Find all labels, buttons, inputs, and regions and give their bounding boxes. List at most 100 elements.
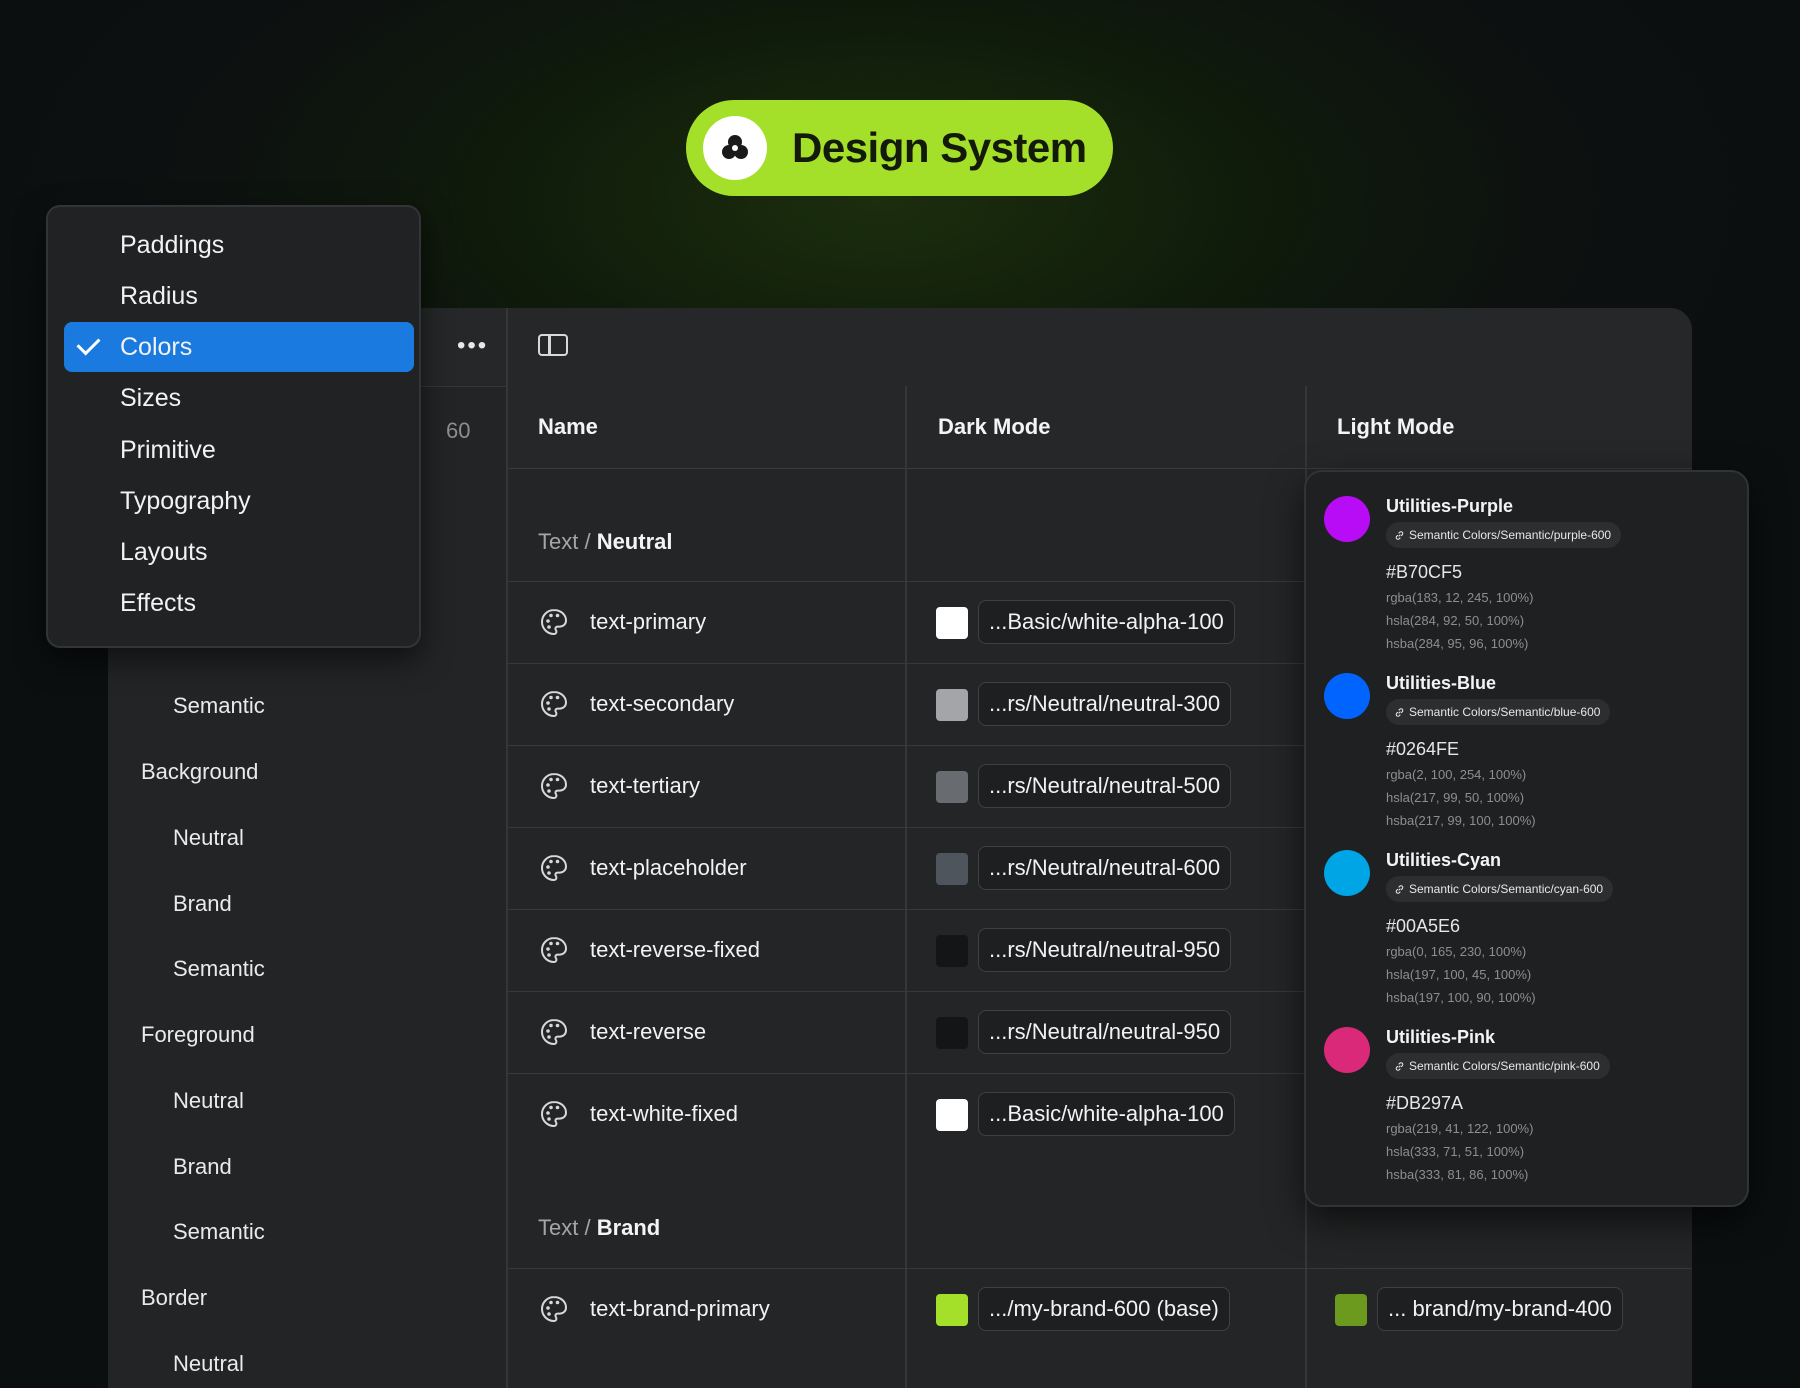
menu-item-label: Layouts — [120, 537, 208, 566]
column-light-mode-header[interactable]: Light Mode — [1337, 386, 1454, 468]
table-header: Name Dark Mode Light Mode — [506, 386, 1692, 469]
menu-item-label: Sizes — [120, 383, 182, 412]
collection-menu: Paddings Radius Colors Sizes Primitive T… — [46, 205, 421, 648]
sidebar-panel-icon[interactable] — [538, 334, 568, 356]
alias-tag[interactable]: Semantic Colors/Semantic/blue-600 — [1386, 699, 1611, 725]
alias-chip[interactable]: ... brand/my-brand-400 — [1377, 1287, 1623, 1331]
alias-chip[interactable]: ...rs/Neutral/neutral-500 — [978, 764, 1232, 808]
hsla-value: hsla(197, 100, 45, 100%) — [1386, 967, 1532, 982]
alias-chip[interactable]: ...Basic/white-alpha-100 — [978, 1092, 1235, 1136]
tree-item[interactable]: Foreground — [141, 1022, 255, 1048]
color-swatch[interactable] — [936, 689, 968, 721]
alias-chip[interactable]: ...Basic/white-alpha-100 — [978, 600, 1235, 644]
more-horizontal-icon[interactable]: ••• — [457, 332, 488, 360]
variable-name: text-reverse — [538, 992, 706, 1072]
variable-name: text-secondary — [538, 664, 734, 744]
variable-name-label: text-brand-primary — [590, 1296, 770, 1321]
color-swatch[interactable] — [1335, 1294, 1367, 1326]
alias-chip[interactable]: ...rs/Neutral/neutral-950 — [978, 1010, 1232, 1054]
menu-item-primitive[interactable]: Primitive — [64, 425, 414, 475]
tree-item[interactable]: Neutral — [173, 1351, 244, 1377]
hsba-value: hsba(217, 99, 100, 100%) — [1386, 813, 1536, 828]
menu-item-colors[interactable]: Colors — [64, 322, 414, 372]
tree-item[interactable]: Neutral — [173, 825, 244, 851]
alias-tag[interactable]: Semantic Colors/Semantic/cyan-600 — [1386, 876, 1614, 902]
color-swatch[interactable] — [936, 1099, 968, 1131]
group-name: Neutral — [596, 529, 673, 554]
badge-title: Design System — [792, 124, 1087, 171]
table-row[interactable]: text-brand-primary .../my-brand-600 (bas… — [506, 1268, 1692, 1349]
alias-tag[interactable]: Semantic Colors/Semantic/purple-600 — [1386, 522, 1622, 548]
menu-item-label: Typography — [120, 486, 251, 515]
link-icon — [1395, 530, 1404, 540]
rgba-value: rgba(219, 41, 122, 100%) — [1386, 1121, 1534, 1136]
alias-tag-label: Semantic Colors/Semantic/pink-600 — [1409, 1059, 1600, 1073]
alias-chip[interactable]: ...rs/Neutral/neutral-300 — [978, 682, 1232, 726]
hex-value: #00A5E6 — [1386, 916, 1461, 936]
variable-name-label: text-tertiary — [590, 773, 701, 798]
menu-item-label: Paddings — [120, 230, 225, 259]
tree-item[interactable]: Border — [141, 1285, 207, 1311]
color-dot — [1324, 1027, 1370, 1073]
variable-name: text-tertiary — [538, 746, 700, 826]
alias-chip[interactable]: ...rs/Neutral/neutral-950 — [978, 928, 1232, 972]
hex-value: #B70CF5 — [1386, 562, 1463, 582]
palette-icon — [541, 690, 568, 718]
menu-item-layouts[interactable]: Layouts — [64, 527, 414, 577]
tree-item[interactable]: Semantic — [173, 1219, 265, 1245]
palette-icon — [541, 1100, 568, 1128]
alias-tag-label: Semantic Colors/Semantic/purple-600 — [1409, 528, 1612, 542]
tree-item[interactable]: Semantic — [173, 956, 265, 982]
alias-chip[interactable]: ...rs/Neutral/neutral-600 — [978, 846, 1232, 890]
color-swatch[interactable] — [936, 1017, 968, 1049]
variable-name: text-brand-primary — [538, 1269, 770, 1349]
hex-value: #0264FE — [1386, 739, 1460, 759]
variable-name: text-reverse-fixed — [538, 910, 760, 990]
hsla-value: hsla(217, 99, 50, 100%) — [1386, 790, 1525, 805]
alias-tag[interactable]: Semantic Colors/Semantic/pink-600 — [1386, 1053, 1610, 1079]
menu-item-paddings[interactable]: Paddings — [64, 220, 414, 270]
tree-item[interactable]: Semantic — [173, 693, 265, 719]
menu-item-radius[interactable]: Radius — [64, 271, 414, 321]
alias-chip[interactable]: .../my-brand-600 (base) — [978, 1287, 1230, 1331]
tree-item[interactable]: Neutral — [173, 1088, 244, 1114]
variable-name-label: text-secondary — [590, 691, 735, 716]
link-icon — [1395, 884, 1404, 894]
column-name-header[interactable]: Name — [538, 386, 598, 468]
palette-icon — [541, 608, 568, 636]
design-system-badge: Design System — [686, 100, 1113, 196]
rgba-value: rgba(0, 165, 230, 100%) — [1386, 944, 1527, 959]
variable-name-label: text-primary — [590, 609, 707, 634]
menu-item-label: Colors — [120, 332, 193, 361]
color-swatch[interactable] — [936, 771, 968, 803]
tree-item[interactable]: Brand — [173, 891, 232, 917]
variable-count: 60 — [446, 418, 471, 443]
variable-name: text-placeholder — [538, 828, 747, 908]
utility-name: Utilities-Pink — [1386, 1027, 1496, 1047]
palette-icon — [541, 1295, 568, 1323]
menu-item-label: Primitive — [120, 435, 216, 464]
color-swatch[interactable] — [936, 853, 968, 885]
menu-item-typography[interactable]: Typography — [64, 476, 414, 526]
link-icon — [1395, 1061, 1404, 1071]
column-dark-mode-header[interactable]: Dark Mode — [938, 386, 1050, 468]
palette-icon — [541, 936, 568, 964]
color-swatch[interactable] — [936, 935, 968, 967]
menu-item-label: Radius — [120, 281, 198, 310]
variable-name: text-white-fixed — [538, 1074, 738, 1154]
variable-name-label: text-reverse-fixed — [590, 937, 760, 962]
menu-item-effects[interactable]: Effects — [64, 578, 414, 628]
alias-tag-label: Semantic Colors/Semantic/cyan-600 — [1409, 882, 1604, 896]
hsba-value: hsba(333, 81, 86, 100%) — [1386, 1167, 1529, 1182]
variable-name-label: text-white-fixed — [590, 1101, 738, 1126]
tree-item[interactable]: Background — [141, 759, 258, 785]
color-swatch[interactable] — [936, 607, 968, 639]
menu-item-sizes[interactable]: Sizes — [64, 373, 414, 423]
color-swatch[interactable] — [936, 1294, 968, 1326]
hsba-value: hsba(284, 95, 96, 100%) — [1386, 636, 1529, 651]
group-prefix: Text / — [538, 529, 597, 554]
utility-name: Utilities-Purple — [1386, 496, 1514, 516]
tree-item[interactable]: Brand — [173, 1154, 232, 1180]
color-dot — [1324, 673, 1370, 719]
color-dot — [1324, 496, 1370, 542]
